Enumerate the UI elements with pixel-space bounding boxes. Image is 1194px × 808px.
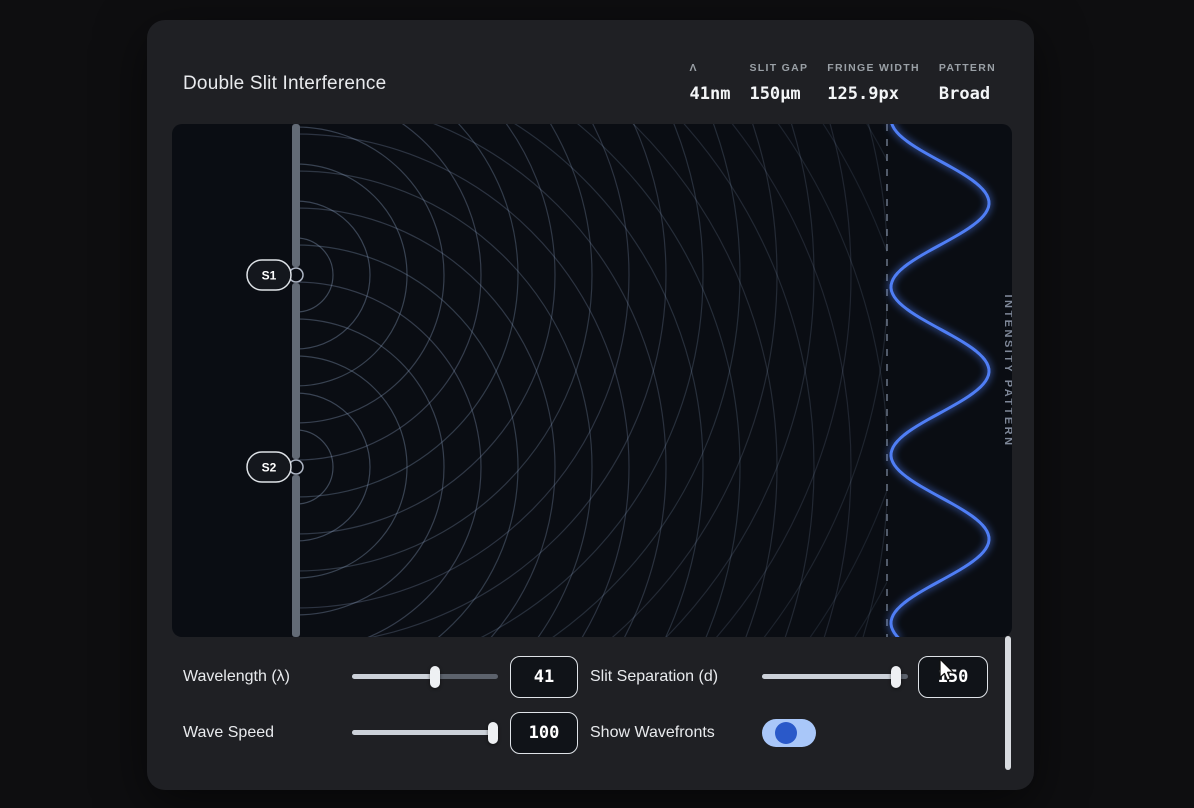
barrier-wall [292,283,300,459]
stat-value: 150μm [749,84,800,104]
stat-value: 125.9px [827,84,899,104]
stat-fringe-width: FRINGE WIDTH 125.9px [827,62,920,104]
show-wavefronts-label: Show Wavefronts [590,722,715,744]
wave-speed-slider[interactable] [352,722,498,744]
simulation-canvas: S1 S2 INTENSITY PATTERN [172,124,1012,637]
page-title: Double Slit Interference [183,73,386,95]
slit-separation-slider-thumb[interactable] [891,666,901,688]
barrier-wall [292,475,300,637]
app-window: Double Slit Interference Λ 41nm SLIT GAP… [147,20,1034,790]
intensity-pattern-label: INTENSITY PATTERN [1002,294,1012,447]
stat-wavelength: Λ 41nm [690,62,731,104]
stat-label: Λ [690,62,698,74]
slider-fill [352,730,498,735]
slider-fill [762,674,901,679]
slider-fill [352,674,435,679]
wavelength-label: Wavelength (λ) [183,666,290,688]
wavelength-slider[interactable] [352,666,498,688]
stat-label: FRINGE WIDTH [827,62,920,74]
stat-slit-gap: SLIT GAP 150μm [749,62,808,104]
wavelength-slider-thumb[interactable] [430,666,440,688]
toggle-knob [775,722,797,744]
stat-label: SLIT GAP [749,62,808,74]
wavelength-value-input[interactable]: 41 [510,656,578,698]
wavefronts [172,124,962,637]
stat-value: 41nm [690,84,731,104]
wave-speed-label: Wave Speed [183,722,274,744]
mouse-cursor [938,658,958,685]
barrier-wall [292,124,300,267]
stat-pattern: PATTERN Broad [939,62,996,104]
stat-label: PATTERN [939,62,996,74]
wave-speed-value-input[interactable]: 100 [510,712,578,754]
slit-badge-label: S1 [262,269,277,283]
stats-bar: Λ 41nm SLIT GAP 150μm FRINGE WIDTH 125.9… [690,62,997,104]
stat-value: Broad [939,84,990,104]
slit-separation-label: Slit Separation (d) [590,666,718,688]
slit-badge-label: S2 [262,461,277,475]
scrollbar-thumb[interactable] [1005,636,1011,770]
wave-speed-slider-thumb[interactable] [488,722,498,744]
show-wavefronts-toggle[interactable] [762,719,816,747]
intensity-curve [891,124,989,637]
slit-separation-slider[interactable] [762,666,908,688]
